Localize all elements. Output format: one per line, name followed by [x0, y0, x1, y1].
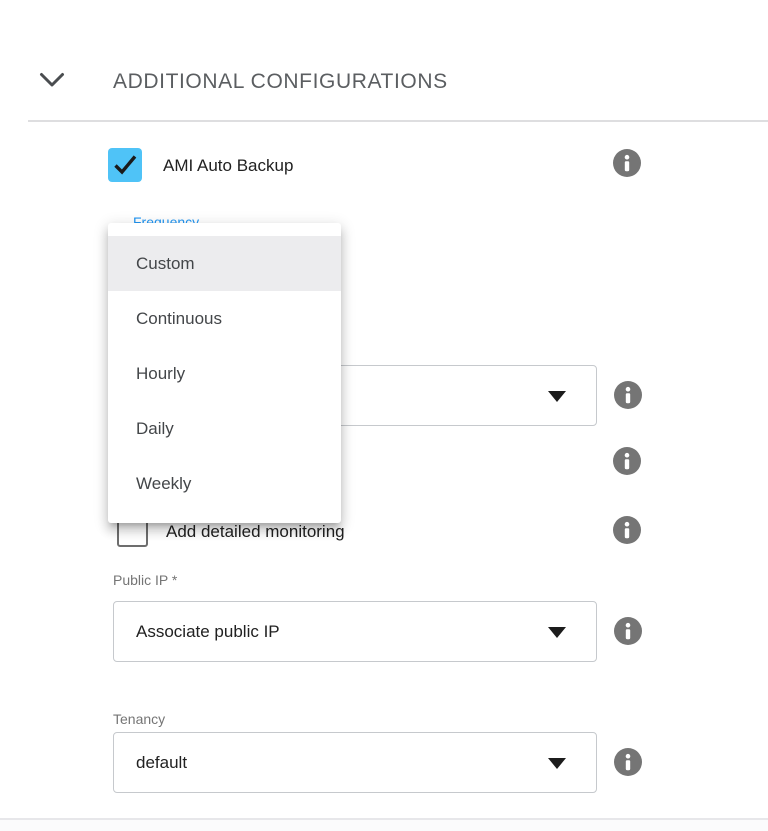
info-icon[interactable]	[612, 515, 642, 545]
frequency-dropdown-menu: Custom Continuous Hourly Daily Weekly	[108, 223, 341, 523]
tenancy-label: Tenancy	[113, 711, 165, 727]
menu-item-weekly[interactable]: Weekly	[108, 456, 341, 511]
below-divider-area	[0, 820, 768, 831]
dropdown-caret-icon	[548, 391, 566, 402]
detailed-monitoring-label: Add detailed monitoring	[166, 522, 345, 542]
dropdown-caret-icon	[548, 627, 566, 638]
info-icon[interactable]	[613, 380, 643, 410]
additional-configurations-panel: ADDITIONAL CONFIGURATIONS AMI Auto Backu…	[0, 0, 768, 831]
section-title: ADDITIONAL CONFIGURATIONS	[113, 70, 448, 94]
info-icon[interactable]	[613, 616, 643, 646]
dropdown-caret-icon	[548, 758, 566, 769]
info-icon[interactable]	[613, 747, 643, 777]
menu-item-custom[interactable]: Custom	[108, 236, 341, 291]
checkmark-icon	[108, 169, 142, 186]
menu-item-daily[interactable]: Daily	[108, 401, 341, 456]
ami-auto-backup-label: AMI Auto Backup	[163, 156, 293, 176]
tenancy-select[interactable]: default	[113, 732, 597, 793]
info-icon[interactable]	[612, 446, 642, 476]
tenancy-value: default	[136, 753, 187, 773]
menu-item-hourly[interactable]: Hourly	[108, 346, 341, 401]
info-icon[interactable]	[612, 148, 642, 178]
ami-auto-backup-checkbox[interactable]	[108, 148, 142, 182]
header-divider	[28, 120, 768, 122]
chevron-down-icon[interactable]	[38, 71, 66, 91]
public-ip-value: Associate public IP	[136, 622, 280, 642]
menu-item-continuous[interactable]: Continuous	[108, 291, 341, 346]
public-ip-label: Public IP *	[113, 572, 177, 588]
public-ip-select[interactable]: Associate public IP	[113, 601, 597, 662]
